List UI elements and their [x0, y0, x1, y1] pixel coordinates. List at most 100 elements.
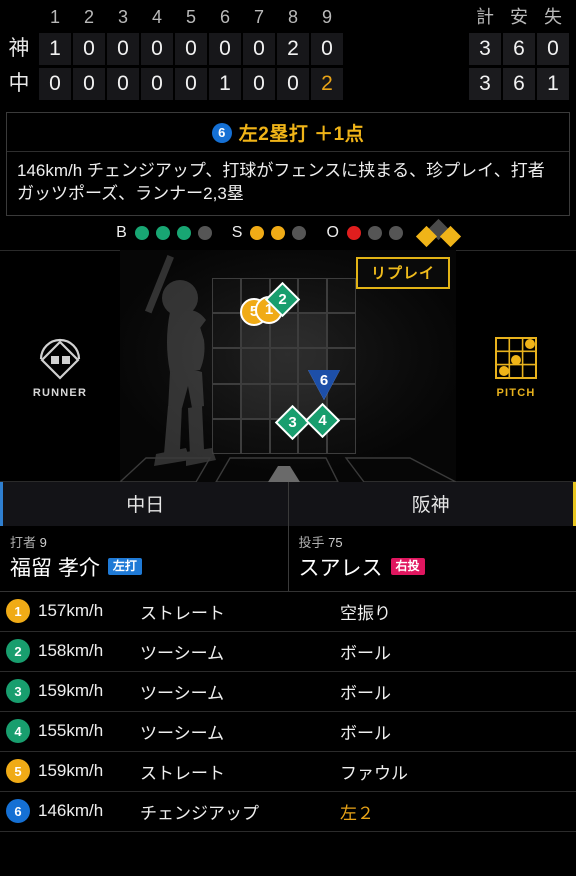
pitch-row[interactable]: 6 146km/h チェンジアップ 左２	[0, 792, 576, 832]
pitch-result: ボール	[340, 723, 391, 743]
inning-score-cell: 0	[107, 68, 139, 100]
inning-score-cell: 0	[311, 33, 343, 65]
pitch-type: ツーシーム	[140, 643, 225, 663]
strike-dot	[250, 225, 265, 240]
pitch-row[interactable]: 1 157km/h ストレート 空振り	[0, 592, 576, 632]
pitch-number-badge: 1	[6, 599, 30, 624]
inning-score-cell: 0	[175, 33, 207, 65]
inning-score-cell: 0	[175, 68, 207, 100]
pitch-result: ボール	[340, 643, 391, 663]
pitch-speed: 159km/h	[38, 681, 104, 701]
pitch-type: ストレート	[140, 763, 225, 783]
pitch-speed: 159km/h	[38, 761, 104, 781]
batter-info[interactable]: 打者 9 福留 孝介 左打	[0, 526, 288, 591]
ball-dot	[155, 225, 170, 240]
replay-button[interactable]: リプレイ	[355, 256, 450, 289]
pitch-type: ツーシーム	[140, 683, 225, 703]
strike-zone-stage[interactable]: 512634 リプレイ	[120, 249, 456, 482]
pitcher-info[interactable]: 投手 75 スアレス 右投	[287, 525, 576, 591]
inning-score-cell: 0	[73, 68, 105, 100]
pitch-number-badge: 2	[6, 639, 30, 664]
pitch-marker[interactable]: 6	[306, 367, 342, 402]
inning-header: 4	[151, 7, 162, 27]
pitch-row[interactable]: 5 159km/h ストレート ファウル	[0, 752, 576, 792]
ball-dot	[176, 225, 191, 240]
base-runner-diamond-icon	[415, 218, 461, 248]
pitcher-role-line: 投手 75	[299, 532, 567, 551]
player-info-row: 打者 9 福留 孝介 左打 投手 75 スアレス 右投	[0, 525, 576, 592]
out-dot	[346, 225, 361, 240]
play-pitch-number-badge: 6	[211, 122, 232, 143]
runner-button[interactable]: RUNNER	[0, 251, 120, 481]
ball-dot	[197, 225, 212, 240]
play-description: 146km/h チェンジアップ、打球がフェンスに挟まる、珍プレイ、打者ガッツポー…	[17, 161, 545, 204]
pitch-result: ボール	[340, 683, 391, 703]
inning-score-cell: 2	[311, 68, 343, 100]
total-header: 失	[544, 7, 562, 27]
inning-score-cell: 1	[39, 33, 71, 65]
strike-dots	[250, 225, 307, 240]
inning-header: 6	[219, 7, 230, 27]
inning-score-cell: 0	[107, 33, 139, 65]
runner-icon	[39, 338, 81, 380]
ball-dots	[134, 225, 212, 240]
scoreboard-corner	[0, 4, 38, 30]
batter-handedness-badge: 左打	[107, 558, 142, 576]
pitch-result: 空振り	[340, 603, 391, 623]
pitch-number-badge: 5	[6, 759, 30, 784]
inning-score-cell: 0	[243, 33, 275, 65]
out-count-label: O	[326, 223, 339, 241]
pitch-result: 左２	[340, 803, 374, 823]
inning-header: 1	[49, 7, 60, 27]
total-score-cell: 6	[503, 33, 535, 65]
pitch-speed: 146km/h	[38, 801, 104, 821]
batter-number: 9	[39, 534, 47, 550]
out-dot	[367, 225, 382, 240]
team-abbr: 中	[8, 72, 30, 95]
scoreboard: 123456789計安失神100000020360中000001002361	[0, 0, 576, 106]
pitch-marker[interactable]: 4	[304, 402, 341, 439]
pitch-row[interactable]: 4 155km/h ツーシーム ボール	[0, 712, 576, 752]
tab-team-hanshin[interactable]: 阪神	[288, 481, 576, 526]
pitch-row[interactable]: 2 158km/h ツーシーム ボール	[0, 632, 576, 672]
team-tabs: 中日 阪神	[0, 481, 576, 526]
inning-score-cell: 0	[277, 68, 309, 100]
baseball-live-app: 123456789計安失神100000020360中000001002361 6…	[0, 0, 576, 876]
strike-count-label: S	[231, 223, 243, 241]
pitch-result: ファウル	[340, 763, 408, 783]
tab-team-chunichi[interactable]: 中日	[0, 481, 289, 526]
pitch-number-badge: 3	[6, 679, 30, 704]
pitch-type: ツーシーム	[140, 723, 225, 743]
pitch-list: 1 157km/h ストレート 空振り 2 158km/h ツーシーム ボール 3 159km/h…	[0, 591, 576, 832]
pitch-button[interactable]: PITCH	[456, 251, 576, 481]
inning-header: 8	[287, 7, 298, 27]
pitcher-handedness-badge: 右投	[390, 558, 425, 576]
inning-header: 7	[253, 7, 264, 27]
pitch-speed: 155km/h	[38, 721, 104, 741]
inning-header: 3	[117, 7, 128, 27]
total-score-cell: 3	[469, 68, 501, 100]
inning-header: 5	[185, 7, 196, 27]
pitch-type: ストレート	[140, 603, 225, 623]
ball-count-label: B	[116, 223, 127, 241]
ball-dot	[134, 225, 149, 240]
pitch-marker[interactable]: 2	[264, 281, 301, 318]
pitch-row[interactable]: 3 159km/h ツーシーム ボール	[0, 672, 576, 712]
play-info-title-row: 6 左2塁打 ＋1点	[7, 113, 569, 152]
pitcher-number: 75	[328, 534, 343, 550]
inning-score-cell: 2	[277, 33, 309, 65]
total-header: 計	[476, 7, 494, 27]
total-score-cell: 0	[537, 33, 569, 65]
pitch-type: チェンジアップ	[140, 803, 259, 823]
batter-role-line: 打者 9	[10, 532, 278, 551]
pitch-marker[interactable]: 3	[274, 404, 311, 441]
pitch-label: PITCH	[496, 386, 536, 399]
pitch-speed: 157km/h	[38, 601, 104, 621]
pitcher-name: スアレス	[298, 556, 383, 580]
inning-score-cell: 0	[141, 68, 173, 100]
batter-role-label: 打者	[10, 534, 37, 550]
team-abbr: 神	[8, 37, 30, 60]
inning-score-cell: 1	[209, 68, 241, 100]
inning-score-cell: 0	[39, 68, 71, 100]
count-indicator-row: B S O	[0, 215, 576, 250]
